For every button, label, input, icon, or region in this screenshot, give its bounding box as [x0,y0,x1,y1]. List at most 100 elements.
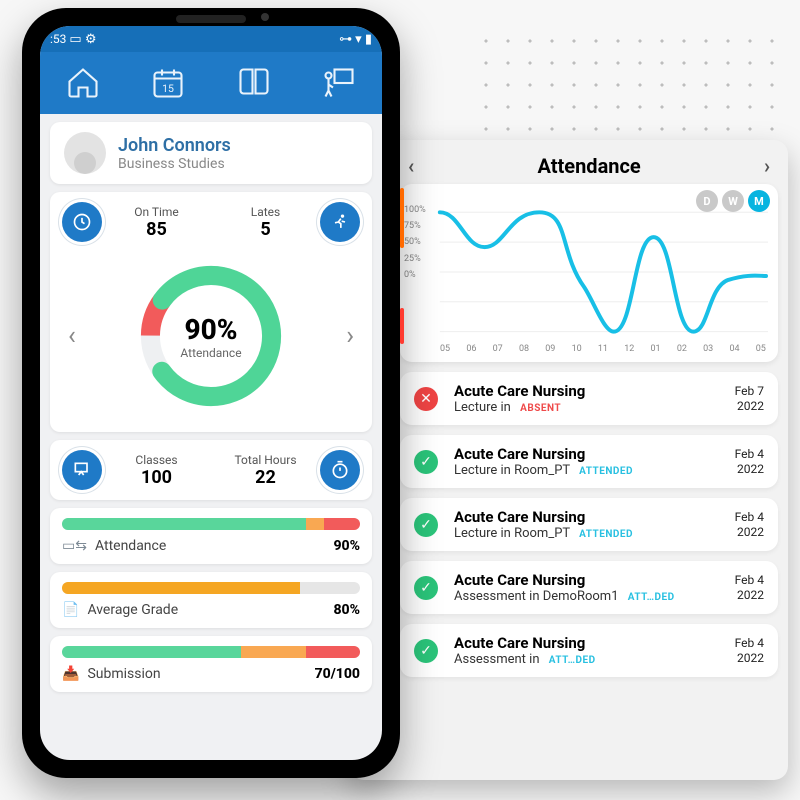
period-toggle: D W M [696,190,770,212]
y-axis: 100% 75% 50% 25% 0% [404,202,426,283]
donut-next[interactable]: › [340,321,360,351]
period-week[interactable]: W [722,190,744,212]
ontime-value: 85 [102,219,211,240]
check-icon: ✓ [414,450,438,474]
bar-average-grade[interactable]: 📄Average Grade 80% [50,572,372,628]
battery-icon: ▮ [365,32,372,47]
record-title: Acute Care Nursing [454,508,694,526]
check-icon: ✓ [414,639,438,663]
grade-bar-icon: 📄 [62,602,79,618]
record-status: ATTENDED [579,529,633,540]
phone-notch [176,15,246,23]
phone-side-button [400,188,404,248]
profile-course: Business Studies [118,156,231,172]
attendance-record[interactable]: ✓ Acute Care NursingLecture in Room_PT AT… [400,498,778,551]
attendance-record-list: ✕Acute Care NursingLecture in ABSENTFeb … [400,372,778,677]
attendance-record[interactable]: ✓ Acute Care NursingAssessment in ATT…DED… [400,624,778,677]
gear-icon: ⚙ [85,32,97,47]
clock-icon [62,202,102,242]
phone-screen: :53 ▭ ⚙ ⊶ ▾ ▮ 15 [40,26,382,760]
check-icon: ✓ [414,576,438,600]
record-status: ABSENT [520,403,561,414]
submission-bar-icon: 📥 [62,666,79,682]
classes-hours-card: Classes 100 Total Hours 22 [50,440,372,500]
bar-submission[interactable]: 📥Submission 70/100 [50,636,372,692]
profile-name: John Connors [118,135,231,156]
period-day[interactable]: D [696,190,718,212]
running-icon [320,202,360,242]
donut-label: Attendance [180,346,241,360]
record-date: Feb 42022 [704,510,764,539]
attendance-panel: ‹ Attendance › D W M 100% 75% 50% 25% 0% [350,140,788,780]
panel-title: Attendance [537,154,640,178]
status-left: :53 ▭ ⚙ [50,32,97,47]
donut-prev[interactable]: ‹ [62,321,82,351]
attendance-chart-card: D W M 100% 75% 50% 25% 0% 050607 080910 … [400,184,778,362]
attendance-record[interactable]: ✕ Acute Care NursingLecture in ABSENT Feb … [400,372,778,425]
attendance-bar-icon: ▭⇆ [62,538,87,554]
record-status: ATT…DED [628,592,675,603]
timer-icon [320,450,360,490]
decorative-dot-grid [475,30,775,140]
record-title: Acute Care Nursing [454,634,694,652]
record-subtitle: Lecture in ABSENT [454,400,694,415]
donut-percent: 90% [184,313,237,346]
period-month[interactable]: M [748,190,770,212]
record-title: Acute Care Nursing [454,382,694,400]
attendance-line-chart [410,192,768,342]
tab-calendar[interactable]: 15 [126,52,212,114]
lates-label: Lates [211,205,320,219]
record-subtitle: Lecture in Room_PT ATTENDED [454,463,694,478]
hours-label: Total Hours [211,453,320,467]
tab-bar: 15 [40,52,382,114]
lates-value: 5 [211,219,320,240]
hours-value: 22 [211,467,320,488]
record-subtitle: Assessment in ATT…DED [454,652,694,667]
record-title: Acute Care Nursing [454,571,694,589]
phone-side-button-2 [400,308,404,344]
status-bar: :53 ▭ ⚙ ⊶ ▾ ▮ [40,26,382,52]
sim-icon: ▭ [69,32,85,47]
profile-card[interactable]: John Connors Business Studies [50,122,372,184]
record-subtitle: Lecture in Room_PT ATTENDED [454,526,694,541]
lecturer-icon [321,65,357,101]
avatar [64,132,106,174]
svg-text:15: 15 [162,82,174,95]
record-title: Acute Care Nursing [454,445,694,463]
home-icon [65,65,101,101]
submission-bar-value: 70/100 [315,666,360,682]
phone-camera [261,13,269,21]
metric-bars: ▭⇆Attendance 90% 📄Average Grade 80% [50,508,372,692]
calendar-icon: 15 [150,65,186,101]
ontime-label: On Time [102,205,211,219]
attendance-summary-card: On Time 85 Lates 5 ‹ [50,192,372,432]
attendance-record[interactable]: ✓ Acute Care NursingAssessment in DemoRoo… [400,561,778,614]
vpn-icon: ⊶ [339,32,352,47]
status-right: ⊶ ▾ ▮ [339,32,372,47]
panel-prev[interactable]: ‹ [408,154,414,178]
classes-icon [62,450,102,490]
attendance-donut: 90% Attendance [131,256,291,416]
tab-courses[interactable] [211,52,297,114]
record-date: Feb 72022 [704,384,764,413]
bar-attendance[interactable]: ▭⇆Attendance 90% [50,508,372,564]
phone-frame: :53 ▭ ⚙ ⊶ ▾ ▮ 15 [22,8,400,778]
record-status: ATT…DED [549,655,596,666]
record-date: Feb 42022 [704,636,764,665]
tab-lecturer[interactable] [297,52,383,114]
record-status: ATTENDED [579,466,633,477]
classes-value: 100 [102,467,211,488]
record-subtitle: Assessment in DemoRoom1 ATT…DED [454,589,694,604]
attendance-record[interactable]: ✓ Acute Care NursingLecture in Room_PT AT… [400,435,778,488]
book-icon [236,65,272,101]
tab-home[interactable] [40,52,126,114]
record-date: Feb 42022 [704,573,764,602]
grade-bar-value: 80% [333,602,360,618]
attendance-bar-value: 90% [333,538,360,554]
record-date: Feb 42022 [704,447,764,476]
check-icon: ✓ [414,513,438,537]
wifi-icon: ▾ [355,32,365,47]
classes-label: Classes [102,453,211,467]
cross-icon: ✕ [414,387,438,411]
panel-next[interactable]: › [764,154,770,178]
